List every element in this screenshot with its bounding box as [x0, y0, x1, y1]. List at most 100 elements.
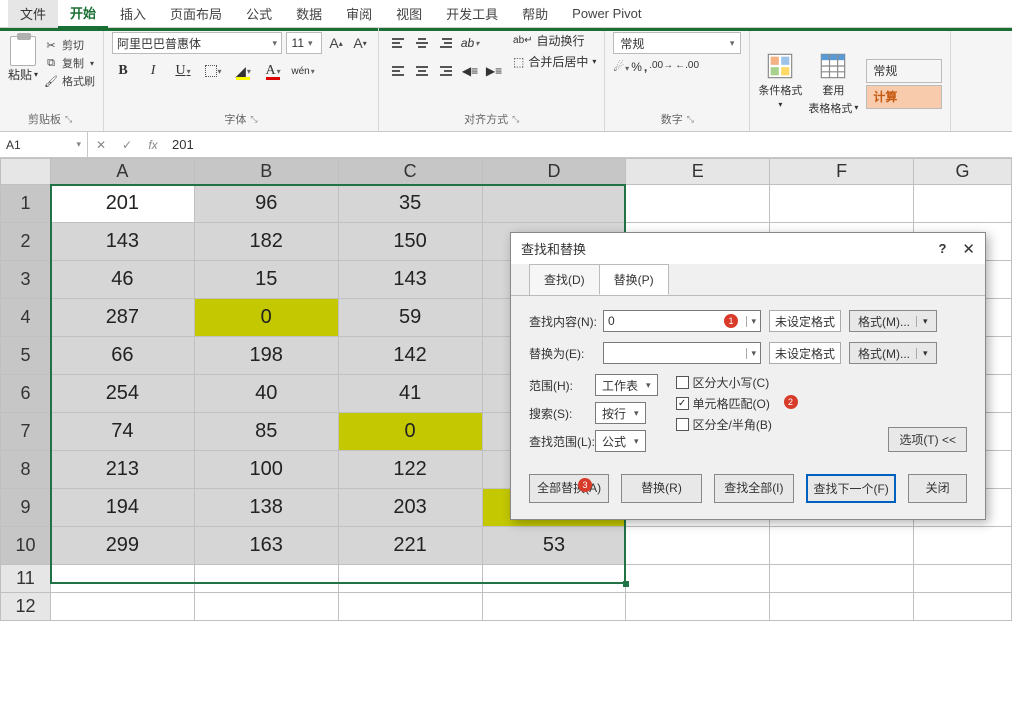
cell-B3[interactable]: 15: [194, 261, 338, 299]
cell-E12[interactable]: [626, 593, 770, 621]
clipboard-anchor-icon[interactable]: ⤡: [65, 114, 72, 125]
replace-format-button[interactable]: 格式(M)...: [849, 342, 937, 364]
help-button[interactable]: ?: [938, 241, 946, 256]
italic-button[interactable]: I: [142, 60, 164, 82]
find-what-input[interactable]: 0▾ 1: [603, 310, 761, 332]
search-select[interactable]: 按行: [595, 402, 646, 424]
cell-B8[interactable]: 100: [194, 451, 338, 489]
cell-D12[interactable]: [482, 593, 626, 621]
cell-C7[interactable]: 0: [338, 413, 482, 451]
cell-C4[interactable]: 59: [338, 299, 482, 337]
match-case-checkbox[interactable]: 区分大小写(C): [676, 374, 772, 391]
cell-C10[interactable]: 221: [338, 527, 482, 565]
match-entire-cell-checkbox[interactable]: 单元格匹配(O)2: [676, 395, 772, 412]
comma-button[interactable]: ,: [644, 60, 647, 74]
font-anchor-icon[interactable]: ⤡: [250, 114, 257, 125]
wrap-text-button[interactable]: ab↵自动换行: [513, 32, 596, 49]
cell-style-normal[interactable]: 常规: [866, 59, 942, 83]
cell-F10[interactable]: [770, 527, 914, 565]
row-header-9[interactable]: 9: [1, 489, 51, 527]
cell-B2[interactable]: 182: [194, 223, 338, 261]
row-header-10[interactable]: 10: [1, 527, 51, 565]
menu-help[interactable]: 帮助: [510, 0, 560, 27]
cell-A11[interactable]: [50, 565, 194, 593]
cell-C6[interactable]: 41: [338, 375, 482, 413]
col-header-G[interactable]: G: [914, 159, 1012, 185]
conditional-formatting-button[interactable]: 条件格式▾: [758, 52, 802, 116]
cell-F11[interactable]: [770, 565, 914, 593]
row-header-12[interactable]: 12: [1, 593, 51, 621]
name-box[interactable]: A1: [0, 132, 88, 157]
paste-button[interactable]: 粘贴▾: [8, 36, 38, 83]
row-header-6[interactable]: 6: [1, 375, 51, 413]
cell-B9[interactable]: 138: [194, 489, 338, 527]
format-as-table-button[interactable]: 套用 表格格式▾: [808, 52, 858, 116]
cell-A12[interactable]: [50, 593, 194, 621]
tab-find[interactable]: 查找(D): [529, 264, 600, 295]
cell-G10[interactable]: [914, 527, 1012, 565]
font-name-select[interactable]: 阿里巴巴普惠体: [112, 32, 282, 54]
cell-D11[interactable]: [482, 565, 626, 593]
col-header-D[interactable]: D: [482, 159, 626, 185]
cell-G12[interactable]: [914, 593, 1012, 621]
cell-A4[interactable]: 287: [50, 299, 194, 337]
cell-F1[interactable]: [770, 185, 914, 223]
font-color-button[interactable]: A: [262, 60, 284, 82]
replace-all-button[interactable]: 全部替换(A)3: [529, 474, 609, 503]
menu-formulas[interactable]: 公式: [234, 0, 284, 27]
lookin-select[interactable]: 公式: [595, 430, 646, 452]
cell-A1[interactable]: 201: [50, 185, 194, 223]
col-header-B[interactable]: B: [194, 159, 338, 185]
cell-C8[interactable]: 122: [338, 451, 482, 489]
cell-B11[interactable]: [194, 565, 338, 593]
align-right-button[interactable]: [435, 60, 457, 82]
alignment-anchor-icon[interactable]: ⤡: [512, 114, 519, 125]
bold-button[interactable]: B: [112, 60, 134, 82]
cell-E1[interactable]: [626, 185, 770, 223]
cell-A10[interactable]: 299: [50, 527, 194, 565]
find-next-button[interactable]: 查找下一个(F): [806, 474, 896, 503]
cell-D10[interactable]: 53: [482, 527, 626, 565]
menu-powerpivot[interactable]: Power Pivot: [560, 2, 653, 25]
decrease-font-button[interactable]: A▾: [350, 32, 370, 54]
cell-B6[interactable]: 40: [194, 375, 338, 413]
cell-B7[interactable]: 85: [194, 413, 338, 451]
copy-button[interactable]: ⧉复制▾: [44, 55, 95, 71]
font-size-select[interactable]: 11: [286, 32, 322, 54]
cell-A5[interactable]: 66: [50, 337, 194, 375]
number-anchor-icon[interactable]: ⤡: [687, 114, 694, 125]
cell-E10[interactable]: [626, 527, 770, 565]
menu-review[interactable]: 审阅: [334, 0, 384, 27]
align-middle-button[interactable]: [411, 32, 433, 54]
cell-B12[interactable]: [194, 593, 338, 621]
close-button[interactable]: 关闭: [908, 474, 967, 503]
select-all-corner[interactable]: [1, 159, 51, 185]
cell-A3[interactable]: 46: [50, 261, 194, 299]
enter-formula-button[interactable]: ✓: [114, 132, 140, 157]
border-button[interactable]: [202, 60, 224, 82]
number-format-select[interactable]: 常规: [613, 32, 741, 54]
row-header-3[interactable]: 3: [1, 261, 51, 299]
options-button[interactable]: 选项(T) <<: [888, 427, 967, 452]
accounting-button[interactable]: ☄: [613, 60, 629, 74]
align-center-button[interactable]: [411, 60, 433, 82]
menu-home[interactable]: 开始: [58, 0, 108, 28]
align-left-button[interactable]: [387, 60, 409, 82]
formula-input[interactable]: 201: [166, 137, 1012, 152]
replace-button[interactable]: 替换(R): [621, 474, 701, 503]
row-header-8[interactable]: 8: [1, 451, 51, 489]
cell-A6[interactable]: 254: [50, 375, 194, 413]
find-all-button[interactable]: 查找全部(I): [714, 474, 794, 503]
tab-replace[interactable]: 替换(P): [599, 264, 669, 295]
cell-A2[interactable]: 143: [50, 223, 194, 261]
menu-developer[interactable]: 开发工具: [434, 0, 510, 27]
cell-C3[interactable]: 143: [338, 261, 482, 299]
decrease-indent-button[interactable]: ◀≡: [459, 60, 481, 82]
cell-E11[interactable]: [626, 565, 770, 593]
decrease-decimal-button[interactable]: ←.00: [675, 60, 699, 74]
row-header-2[interactable]: 2: [1, 223, 51, 261]
cell-A9[interactable]: 194: [50, 489, 194, 527]
fx-button[interactable]: fx: [140, 132, 166, 157]
format-painter-button[interactable]: 🖌格式刷: [44, 73, 95, 89]
menu-insert[interactable]: 插入: [108, 0, 158, 27]
